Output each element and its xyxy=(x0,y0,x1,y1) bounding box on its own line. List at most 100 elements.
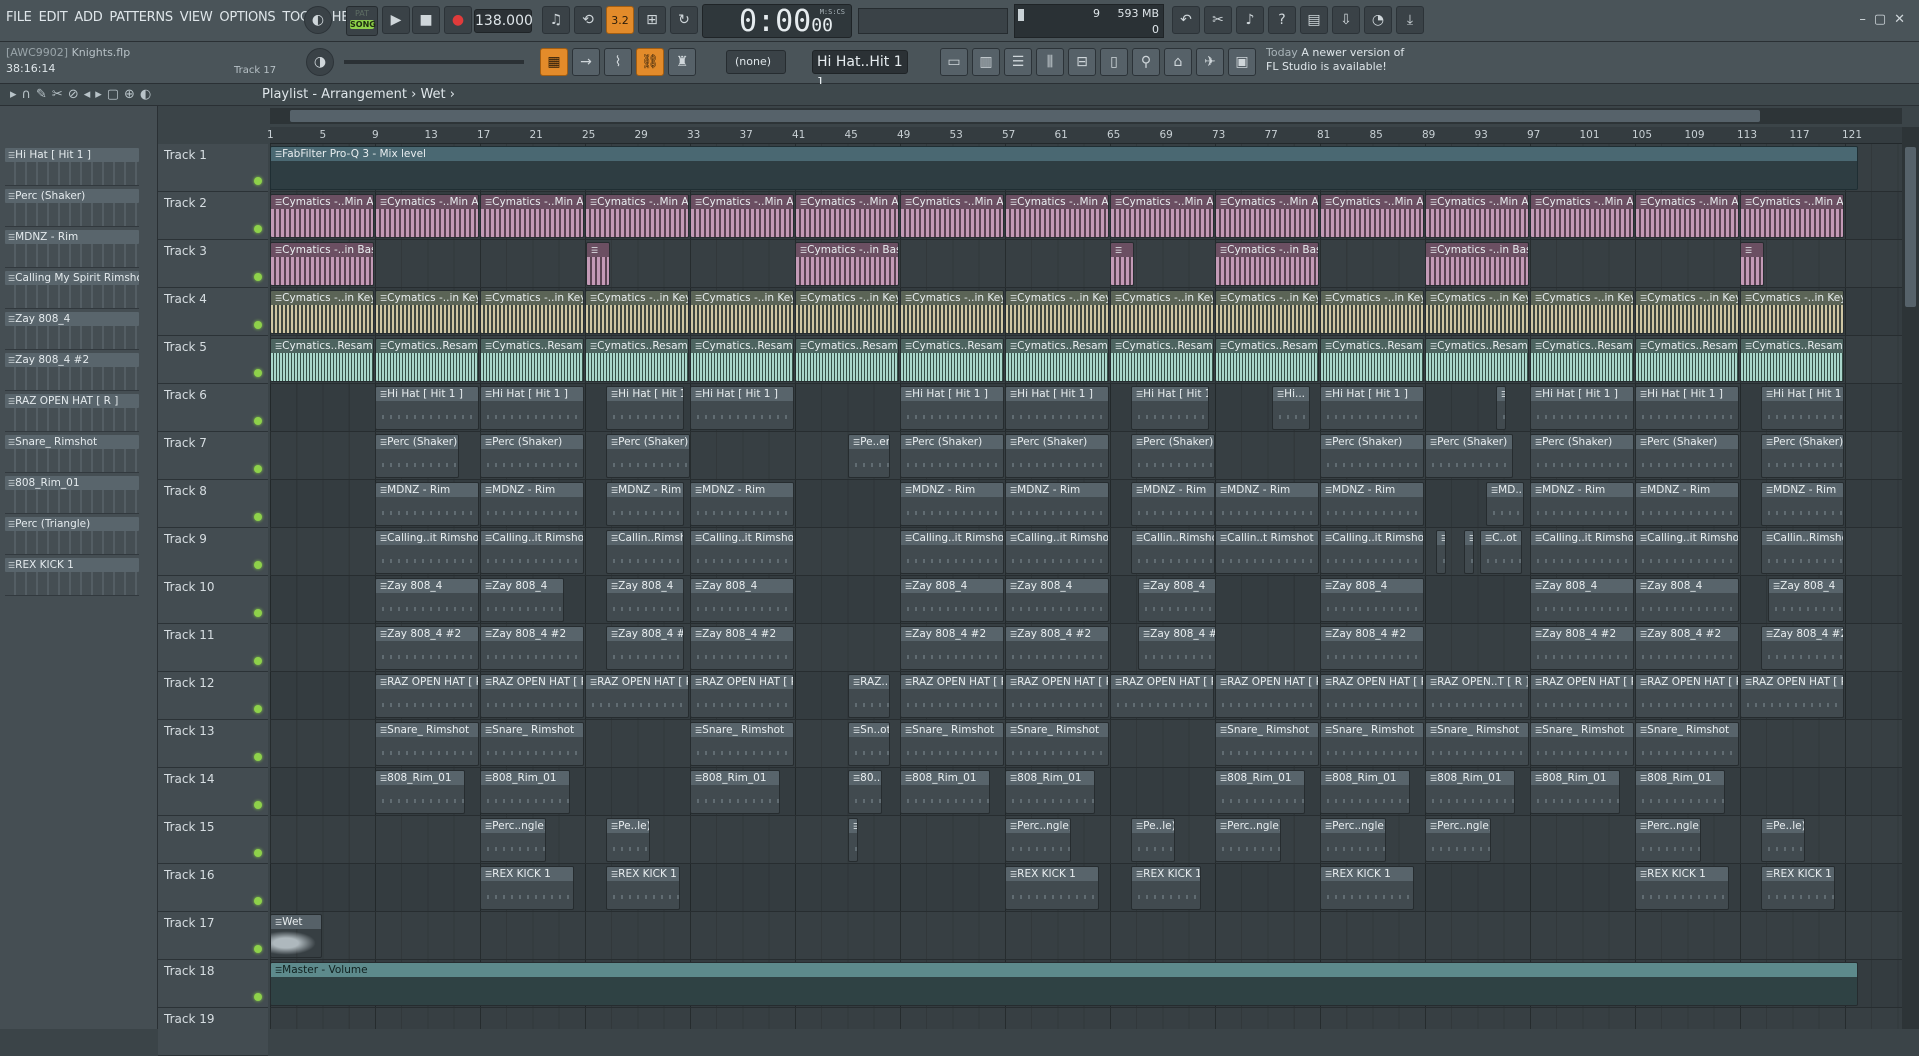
playlist-clip[interactable]: RAZ OPEN..T [ R ] xyxy=(1425,674,1529,718)
playlist-tool-icons[interactable]: ▸∩✎✂⊘◂▸▢⊕◐ xyxy=(10,87,156,102)
tempo-display[interactable]: 138.000 xyxy=(474,9,533,33)
channel-rack-icon[interactable]: ☰ xyxy=(1004,48,1032,76)
playlist-clip[interactable]: RAZ OPEN HAT [ R ] xyxy=(1530,674,1634,718)
playlist-clip[interactable]: 808_Rim_01 xyxy=(1425,770,1515,814)
playlist-clip[interactable]: REX KICK 1 xyxy=(1761,866,1835,910)
master-pitch-slider[interactable] xyxy=(344,60,524,64)
playlist-clip[interactable]: RAZ OPEN HAT [ R ] xyxy=(1110,674,1214,718)
playlist-clip[interactable]: Callin..t Rimshot xyxy=(1215,530,1319,574)
playlist-clip[interactable]: MDNZ - Rim xyxy=(900,482,1004,526)
playlist-clip[interactable]: Hi Hat [ Hit 1 ] xyxy=(480,386,584,430)
playlist-clip[interactable]: MDNZ - Rim xyxy=(1005,482,1109,526)
playlist-clip[interactable]: Perc..ngle) xyxy=(1320,818,1386,862)
playlist-clip[interactable]: Zay 808_4 xyxy=(375,578,479,622)
playlist-clip[interactable]: Hi Hat [ Hit 1 ] xyxy=(1005,386,1109,430)
playlist-clip[interactable] xyxy=(1110,242,1134,286)
playlist-clip[interactable]: Cymatics -..in Bass xyxy=(270,242,374,286)
channel-selector[interactable]: Hi Hat..Hit 1 ] xyxy=(812,50,908,92)
picker-item[interactable]: Perc (Triangle) xyxy=(5,517,139,555)
playlist-clip[interactable]: Cymatics..Resample xyxy=(375,338,479,382)
playlist-clip[interactable]: Perc (Shaker) xyxy=(900,434,1004,478)
playlist-clip[interactable]: Zay 808_4 xyxy=(1320,578,1424,622)
playlist-clip[interactable]: RAZ OPEN HAT [ R ] xyxy=(1740,674,1844,718)
playlist-clip[interactable]: Cymatics..Resample xyxy=(1320,338,1424,382)
track-header[interactable]: Track 18 xyxy=(158,960,268,1008)
playlist-clip[interactable]: Snare_ Rimshot xyxy=(1005,722,1109,766)
playlist-clip[interactable]: Zay 808_4 #2 xyxy=(606,626,684,670)
playlist-clip[interactable]: Hi Hat [ Hit 1 ] xyxy=(1635,386,1739,430)
playlist-clip[interactable]: MDNZ - Rim xyxy=(1635,482,1739,526)
playlist-clip[interactable]: Cymatics -..in Keys xyxy=(1740,290,1844,334)
playlist-clip[interactable]: Zay 808_4 #2 xyxy=(480,626,584,670)
playlist-clip[interactable]: Perc (Shaker) xyxy=(1635,434,1739,478)
playlist-clip[interactable]: Zay 808_4 #2 xyxy=(1635,626,1739,670)
playlist-clip[interactable] xyxy=(1464,530,1474,574)
playlist-clip[interactable]: 808_Rim_01 xyxy=(375,770,465,814)
piano-roll-view-icon[interactable]: ▥ xyxy=(972,48,1000,76)
playlist-clip[interactable]: C..ot xyxy=(1480,530,1522,574)
track-header[interactable]: Track 19 xyxy=(158,1008,268,1056)
playlist-clip[interactable]: Cymatics..Resample xyxy=(1005,338,1109,382)
playlist-clip[interactable] xyxy=(1740,242,1764,286)
playlist-clip[interactable]: Cymatics -..Min Arp xyxy=(1320,194,1424,238)
playlist-clip[interactable]: Cymatics..Resample xyxy=(480,338,584,382)
piano-roll-icon[interactable]: → xyxy=(572,48,600,76)
playlist-clip[interactable]: Snare_ Rimshot xyxy=(900,722,1004,766)
playlist-clip[interactable]: Zay 808_4 xyxy=(1138,578,1216,622)
track-lane[interactable]: Cymatics..ResampleCymatics..ResampleCyma… xyxy=(270,336,1902,384)
playlist-clip[interactable]: Perc..ngle) xyxy=(1635,818,1701,862)
playlist-clip[interactable]: Hi Hat [ Hit 1 ] xyxy=(1761,386,1844,430)
help-icon[interactable]: ? xyxy=(1268,6,1296,34)
track-lane[interactable]: Perc (Shaker)Perc (Shaker)Perc (Shaker)P… xyxy=(270,432,1902,480)
menu-options[interactable]: OPTIONS xyxy=(219,10,275,25)
playlist-clip[interactable]: 808_Rim_01 xyxy=(1215,770,1305,814)
playlist-clip[interactable]: Cymatics -..in Keys xyxy=(1425,290,1529,334)
menu-patterns[interactable]: PATTERNS xyxy=(109,10,173,25)
playlist-clip[interactable]: Perc (Shaker) xyxy=(1131,434,1215,478)
playlist-clip[interactable]: Cymatics -..Min Arp xyxy=(1005,194,1109,238)
playlist-clip[interactable]: REX KICK 1 xyxy=(1320,866,1414,910)
playlist-clip[interactable]: Calling..it Rimshot xyxy=(1005,530,1109,574)
track-header[interactable]: Track 5 xyxy=(158,336,268,384)
playlist-clip[interactable]: Cymatics -..in Keys xyxy=(270,290,374,334)
playlist-clip[interactable]: Cymatics -..in Keys xyxy=(900,290,1004,334)
playlist-clip[interactable]: Hi Hat [ Hit 1 ] xyxy=(1131,386,1209,430)
touch-keyboard-icon[interactable]: ⌂ xyxy=(1164,48,1192,76)
playlist-clip[interactable]: Zay 808_4 xyxy=(1635,578,1739,622)
playlist-clip[interactable]: Cymatics -..in Keys xyxy=(1110,290,1214,334)
playlist-clip[interactable]: RAZ...] xyxy=(848,674,890,718)
picker-item[interactable]: RAZ OPEN HAT [ R ] xyxy=(5,394,139,432)
playlist-clip[interactable]: Cymatics -..Min Arp xyxy=(270,194,374,238)
picker-item[interactable]: MDNZ - Rim xyxy=(5,230,139,268)
playlist-clip[interactable]: Perc (Shaker) xyxy=(480,434,584,478)
track-enable-led[interactable] xyxy=(254,321,262,329)
pattern-selector[interactable]: (none) xyxy=(726,50,786,74)
track-enable-led[interactable] xyxy=(254,849,262,857)
track-header[interactable]: Track 15 xyxy=(158,816,268,864)
link-icon[interactable]: ⛓ xyxy=(636,48,664,76)
playlist-clip[interactable]: Hi Hat [ Hit 1 ] xyxy=(690,386,794,430)
playlist-clip[interactable]: Calling..it Rimshot xyxy=(375,530,479,574)
pattern-song-toggle[interactable]: PAT SONG xyxy=(346,6,378,36)
playlist-clip[interactable]: Pe..er) xyxy=(848,434,890,478)
playlist-clip[interactable]: Master - Volume xyxy=(270,962,1858,1006)
playlist-clip[interactable]: Cymatics -..in Keys xyxy=(795,290,899,334)
playlist-clip[interactable] xyxy=(586,242,610,286)
track-enable-led[interactable] xyxy=(254,561,262,569)
track-lane[interactable]: REX KICK 1 REX KICK 1 REX KICK 1 REX KICK 1… xyxy=(270,864,1902,912)
playlist-clip[interactable]: Cymatics..Resample xyxy=(690,338,794,382)
playlist-clip[interactable]: Cymatics -..Min Arp xyxy=(900,194,1004,238)
playlist-clip[interactable]: Perc (Shaker) xyxy=(606,434,690,478)
playlist-clip[interactable]: 808_Rim_01 xyxy=(480,770,570,814)
track-enable-led[interactable] xyxy=(254,801,262,809)
track-header[interactable]: Track 16 xyxy=(158,864,268,912)
track-enable-led[interactable] xyxy=(254,225,262,233)
main-volume-knob[interactable]: ◑ xyxy=(306,48,334,76)
picker-item[interactable]: Calling My Spirit Rimshot xyxy=(5,271,139,309)
track-header[interactable]: Track 1 xyxy=(158,144,268,192)
playlist-clip[interactable]: 80..1 xyxy=(848,770,882,814)
playlist-clip[interactable]: Pe..le) xyxy=(1761,818,1805,862)
playlist-clip[interactable]: Cymatics -..Min Arp xyxy=(1530,194,1634,238)
playlist-clip[interactable]: Zay 808_4 xyxy=(1768,578,1844,622)
playlist-clip[interactable]: Zay 808_4 #2 xyxy=(1138,626,1216,670)
